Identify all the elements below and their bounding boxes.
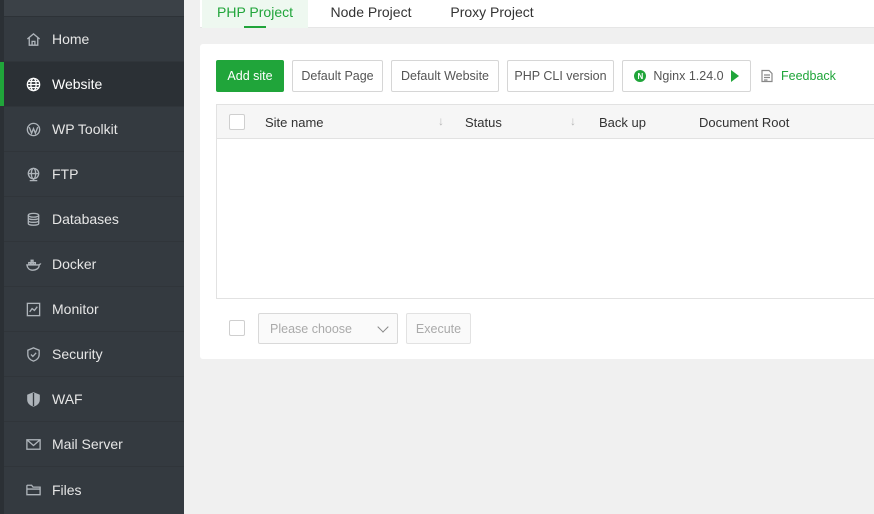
sidebar-item-security[interactable]: Security	[4, 332, 184, 377]
execute-label: Execute	[415, 321, 462, 336]
project-tabs: PHP Project Node Project Proxy Project	[200, 0, 874, 28]
sidebar-item-label: Website	[52, 76, 103, 92]
column-back-up[interactable]: Back up	[599, 105, 646, 139]
sidebar-item-label: WP Toolkit	[52, 121, 118, 137]
sort-arrow-icon[interactable]: ↓	[438, 114, 444, 128]
sidebar-item-mail-server[interactable]: Mail Server	[4, 422, 184, 467]
sidebar-item-waf[interactable]: WAF	[4, 377, 184, 422]
sidebar-item-home[interactable]: Home	[4, 17, 184, 62]
column-status[interactable]: Status	[465, 105, 502, 139]
sidebar-item-website[interactable]: Website	[0, 62, 184, 107]
column-document-root[interactable]: Document Root	[699, 105, 789, 139]
add-site-label: Add site	[227, 69, 273, 83]
table-header: Site name ↓ Status ↓ Back up Document Ro…	[217, 105, 874, 139]
sidebar-item-label: Monitor	[52, 301, 99, 317]
sort-arrow-icon[interactable]: ↓	[570, 114, 576, 128]
table-body-empty	[217, 139, 874, 299]
sidebar-item-label: WAF	[52, 391, 83, 407]
tab-proxy-project[interactable]: Proxy Project	[440, 0, 544, 28]
feedback-icon	[761, 69, 773, 83]
sidebar-item-monitor[interactable]: Monitor	[4, 287, 184, 332]
sidebar-item-label: Docker	[52, 256, 97, 272]
sidebar-item-label: FTP	[52, 166, 79, 182]
sidebar-top-item[interactable]	[4, 0, 184, 17]
sidebar-item-label: Mail Server	[52, 436, 123, 452]
docker-icon	[24, 255, 42, 273]
play-icon	[730, 70, 739, 82]
mail-icon	[24, 435, 42, 453]
sidebar-item-label: Databases	[52, 211, 119, 227]
php-cli-label: PHP CLI version	[514, 69, 607, 83]
tab-label: Proxy Project	[450, 4, 534, 20]
database-icon	[24, 210, 42, 228]
default-website-label: Default Website	[400, 69, 489, 83]
add-site-button[interactable]: Add site	[216, 60, 284, 92]
bulk-action-placeholder: Please choose	[270, 321, 353, 336]
home-icon	[24, 30, 42, 48]
column-label: Site name	[265, 114, 324, 130]
globe-icon	[24, 75, 42, 93]
sidebar-item-docker[interactable]: Docker	[4, 242, 184, 287]
sites-table: Site name ↓ Status ↓ Back up Document Ro…	[216, 104, 874, 299]
php-cli-version-button[interactable]: PHP CLI version	[507, 60, 614, 92]
tab-label: Node Project	[330, 4, 412, 20]
folder-icon	[24, 481, 42, 499]
column-label: Back up	[599, 114, 646, 130]
sidebar-item-label: Home	[52, 31, 90, 47]
bulk-select-checkbox[interactable]	[229, 320, 245, 336]
sidebar-item-label: Security	[52, 346, 103, 362]
nginx-icon: N	[634, 70, 647, 82]
nginx-label: Nginx 1.24.0	[653, 69, 724, 83]
ftp-globe-icon	[24, 165, 42, 183]
feedback-link[interactable]: Feedback	[760, 66, 836, 86]
wordpress-icon	[24, 120, 42, 138]
sidebar-item-wp-toolkit[interactable]: WP Toolkit	[4, 107, 184, 152]
feedback-label: Feedback	[781, 69, 836, 83]
sidebar-item-files[interactable]: Files	[4, 467, 184, 512]
select-all-checkbox[interactable]	[229, 114, 245, 130]
tab-node-project[interactable]: Node Project	[320, 0, 422, 28]
monitor-icon	[24, 300, 42, 318]
tab-php-project[interactable]: PHP Project	[202, 0, 308, 28]
column-label: Status	[465, 114, 502, 130]
sidebar-item-ftp[interactable]: FTP	[4, 152, 184, 197]
shield-icon	[24, 390, 42, 408]
default-page-label: Default Page	[301, 69, 374, 83]
execute-button[interactable]: Execute	[406, 313, 471, 344]
sidebar: Home Website WP Toolkit FTP Databases Do…	[0, 0, 184, 514]
shield-check-icon	[24, 345, 42, 363]
default-website-button[interactable]: Default Website	[391, 60, 499, 92]
nginx-button[interactable]: N Nginx 1.24.0	[622, 60, 751, 92]
chevron-down-icon	[377, 321, 389, 333]
sidebar-item-databases[interactable]: Databases	[4, 197, 184, 242]
default-page-button[interactable]: Default Page	[292, 60, 383, 92]
bulk-action-select[interactable]: Please choose	[258, 313, 398, 344]
tab-label: PHP Project	[217, 4, 293, 20]
column-label: Document Root	[699, 114, 790, 130]
sidebar-item-label: Files	[52, 481, 82, 498]
column-site-name[interactable]: Site name	[265, 105, 324, 139]
